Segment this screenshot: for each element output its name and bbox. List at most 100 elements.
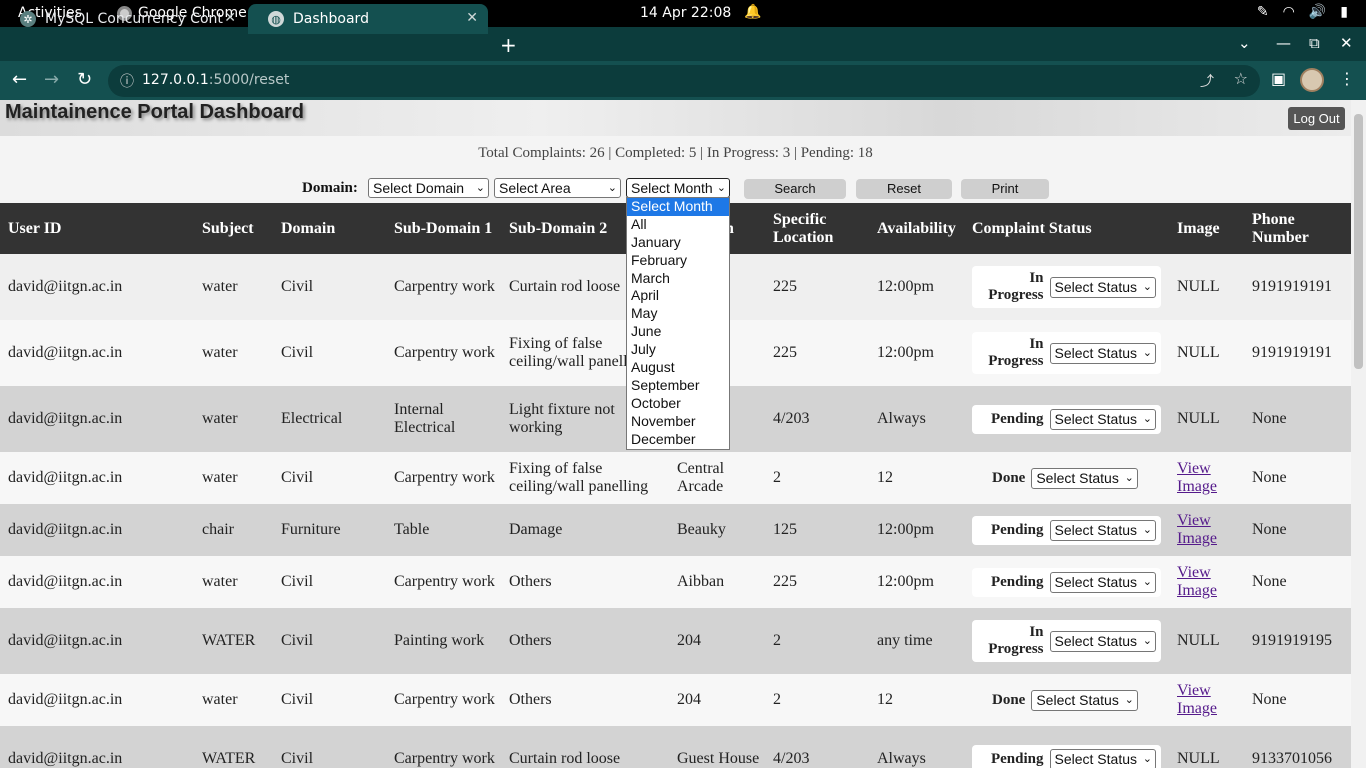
month-option[interactable]: All: [627, 216, 729, 234]
cell-sub-domain-1: Carpentry work: [394, 469, 495, 486]
chevron-down-icon: ⌄: [1124, 693, 1134, 706]
back-arrow-icon[interactable]: ←: [12, 69, 27, 90]
month-option[interactable]: May: [627, 305, 729, 323]
cell-user-id: david@iitgn.ac.in: [8, 750, 123, 767]
month-dropdown-list[interactable]: Select Month All January February March April…: [626, 197, 730, 450]
month-select-value: Select Month: [631, 180, 713, 196]
close-window-icon[interactable]: ✕: [1340, 34, 1353, 52]
tab-dashboard[interactable]: ◍ Dashboard ✕: [248, 4, 488, 34]
reload-icon[interactable]: ↻: [77, 69, 92, 90]
col-phone-label-1: Phone: [1252, 210, 1295, 228]
cell-domain: Electrical: [281, 410, 343, 427]
month-option[interactable]: November: [627, 413, 729, 431]
status-select[interactable]: Select Status ⌄: [1049, 408, 1156, 430]
cell-image: NULL: [1177, 750, 1220, 767]
new-tab-plus-icon[interactable]: +: [500, 33, 517, 57]
month-option[interactable]: June: [627, 323, 729, 341]
cell-specific-location: 225: [773, 344, 797, 361]
cell-availability: 12:00pm: [877, 278, 934, 295]
address-bar[interactable]: ⓘ 127.0.0.1:5000/reset ⤴ ☆: [108, 65, 1260, 97]
status-select[interactable]: Select Status ⌄: [1031, 467, 1138, 489]
logout-button[interactable]: Log Out: [1288, 107, 1345, 130]
month-select[interactable]: Select Month ⌄: [626, 178, 730, 198]
month-option[interactable]: Select Month: [627, 198, 729, 216]
clock[interactable]: 14 Apr 22:08: [640, 5, 731, 21]
cell-availability: 12: [877, 691, 893, 708]
col-subject: Subject: [202, 219, 254, 237]
chevron-down-icon: ⌄: [1142, 752, 1152, 765]
share-icon[interactable]: ⤴: [1200, 71, 1214, 91]
view-image-link[interactable]: View Image: [1177, 682, 1217, 717]
notification-bell-icon: 🔔: [744, 4, 762, 20]
cell-image: View Image: [1169, 504, 1244, 556]
area-select-value: Select Area: [499, 180, 571, 196]
cell-complaint-status: Pending Select Status ⌄: [964, 556, 1169, 608]
site-info-icon[interactable]: ⓘ: [120, 71, 134, 91]
status-text-line-2: Progress: [988, 353, 1044, 369]
month-option[interactable]: July: [627, 341, 729, 359]
scrollbar-thumb[interactable]: [1354, 114, 1363, 369]
cell-phone: None: [1252, 573, 1287, 590]
forward-arrow-icon[interactable]: →: [44, 69, 59, 90]
status-badge: In Progress: [988, 336, 1043, 370]
close-tab-icon[interactable]: ✕: [224, 10, 236, 26]
status-box: Pending Select Status ⌄: [972, 515, 1161, 545]
col-image: Image: [1177, 219, 1220, 237]
status-select[interactable]: Select Status ⌄: [1031, 689, 1138, 711]
status-select[interactable]: Select Status ⌄: [1049, 630, 1156, 652]
status-select[interactable]: Select Status ⌄: [1049, 571, 1156, 593]
page-scrollbar[interactable]: [1351, 100, 1366, 768]
month-option[interactable]: January: [627, 234, 729, 252]
tab-mysql[interactable]: ✲ MySQL Concurrency Cont ✕: [0, 4, 246, 34]
status-box: Done Select Status ⌄: [972, 464, 1143, 493]
view-image-link[interactable]: View Image: [1177, 564, 1217, 599]
col-domain: Domain: [281, 219, 336, 237]
cell-subject: chair: [202, 521, 234, 538]
status-box: Pending Select Status ⌄: [972, 567, 1161, 597]
cell-phone: 9191919191: [1252, 344, 1332, 361]
view-image-link[interactable]: View Image: [1177, 512, 1217, 547]
print-button[interactable]: Print: [961, 179, 1049, 199]
search-button[interactable]: Search: [744, 179, 846, 199]
area-select[interactable]: Select Area ⌄: [494, 178, 621, 198]
tab-search-chevron-icon[interactable]: ⌄: [1238, 34, 1251, 52]
domain-select[interactable]: Select Domain ⌄: [368, 178, 489, 198]
status-box: Done Select Status ⌄: [972, 686, 1143, 715]
tab-title: MySQL Concurrency Cont: [45, 11, 223, 27]
cell-sub-domain-2: Damage: [509, 521, 563, 538]
bookmark-star-icon[interactable]: ☆: [1234, 69, 1248, 88]
cell-availability: Always: [877, 410, 926, 427]
status-select[interactable]: Select Status ⌄: [1049, 276, 1156, 298]
month-option[interactable]: December: [627, 431, 729, 449]
month-option[interactable]: October: [627, 395, 729, 413]
reset-button[interactable]: Reset: [856, 179, 952, 199]
url-text[interactable]: 127.0.0.1:5000/reset: [142, 72, 289, 88]
browser-toolbar: ← → ↻ ⓘ 127.0.0.1:5000/reset ⤴ ☆ ▣ ⋮: [0, 61, 1366, 100]
status-select-value: Select Status: [1054, 750, 1138, 767]
status-text-line-2: Progress: [988, 641, 1044, 657]
month-option[interactable]: March: [627, 270, 729, 288]
minimize-icon[interactable]: —: [1276, 34, 1291, 52]
close-tab-icon[interactable]: ✕: [466, 10, 478, 26]
status-select[interactable]: Select Status ⌄: [1049, 748, 1156, 768]
cell-subject: water: [202, 344, 238, 361]
profile-avatar[interactable]: [1300, 68, 1324, 92]
month-option[interactable]: April: [627, 287, 729, 305]
status-box: In Progress Select Status ⌄: [972, 266, 1161, 308]
month-option[interactable]: September: [627, 377, 729, 395]
system-tray[interactable]: ✎ ◠ 🔊 ▮: [1257, 4, 1348, 20]
cell-availability: Always: [877, 750, 926, 767]
status-badge: Pending: [991, 522, 1044, 539]
month-option[interactable]: February: [627, 252, 729, 270]
status-select[interactable]: Select Status ⌄: [1049, 519, 1156, 541]
cell-complaint-status: In Progress Select Status ⌄: [964, 254, 1169, 320]
month-option[interactable]: August: [627, 359, 729, 377]
cell-subject: water: [202, 410, 238, 427]
table-row: david@iitgn.ac.in WATER Civil Carpentry wor…: [0, 726, 1351, 768]
chrome-menu-icon[interactable]: ⋮: [1339, 69, 1355, 88]
view-image-link[interactable]: View Image: [1177, 460, 1217, 495]
status-badge: Pending: [991, 411, 1044, 428]
restore-icon[interactable]: ⧉: [1309, 34, 1320, 52]
status-select[interactable]: Select Status ⌄: [1049, 342, 1156, 364]
side-panel-icon[interactable]: ▣: [1271, 69, 1286, 88]
